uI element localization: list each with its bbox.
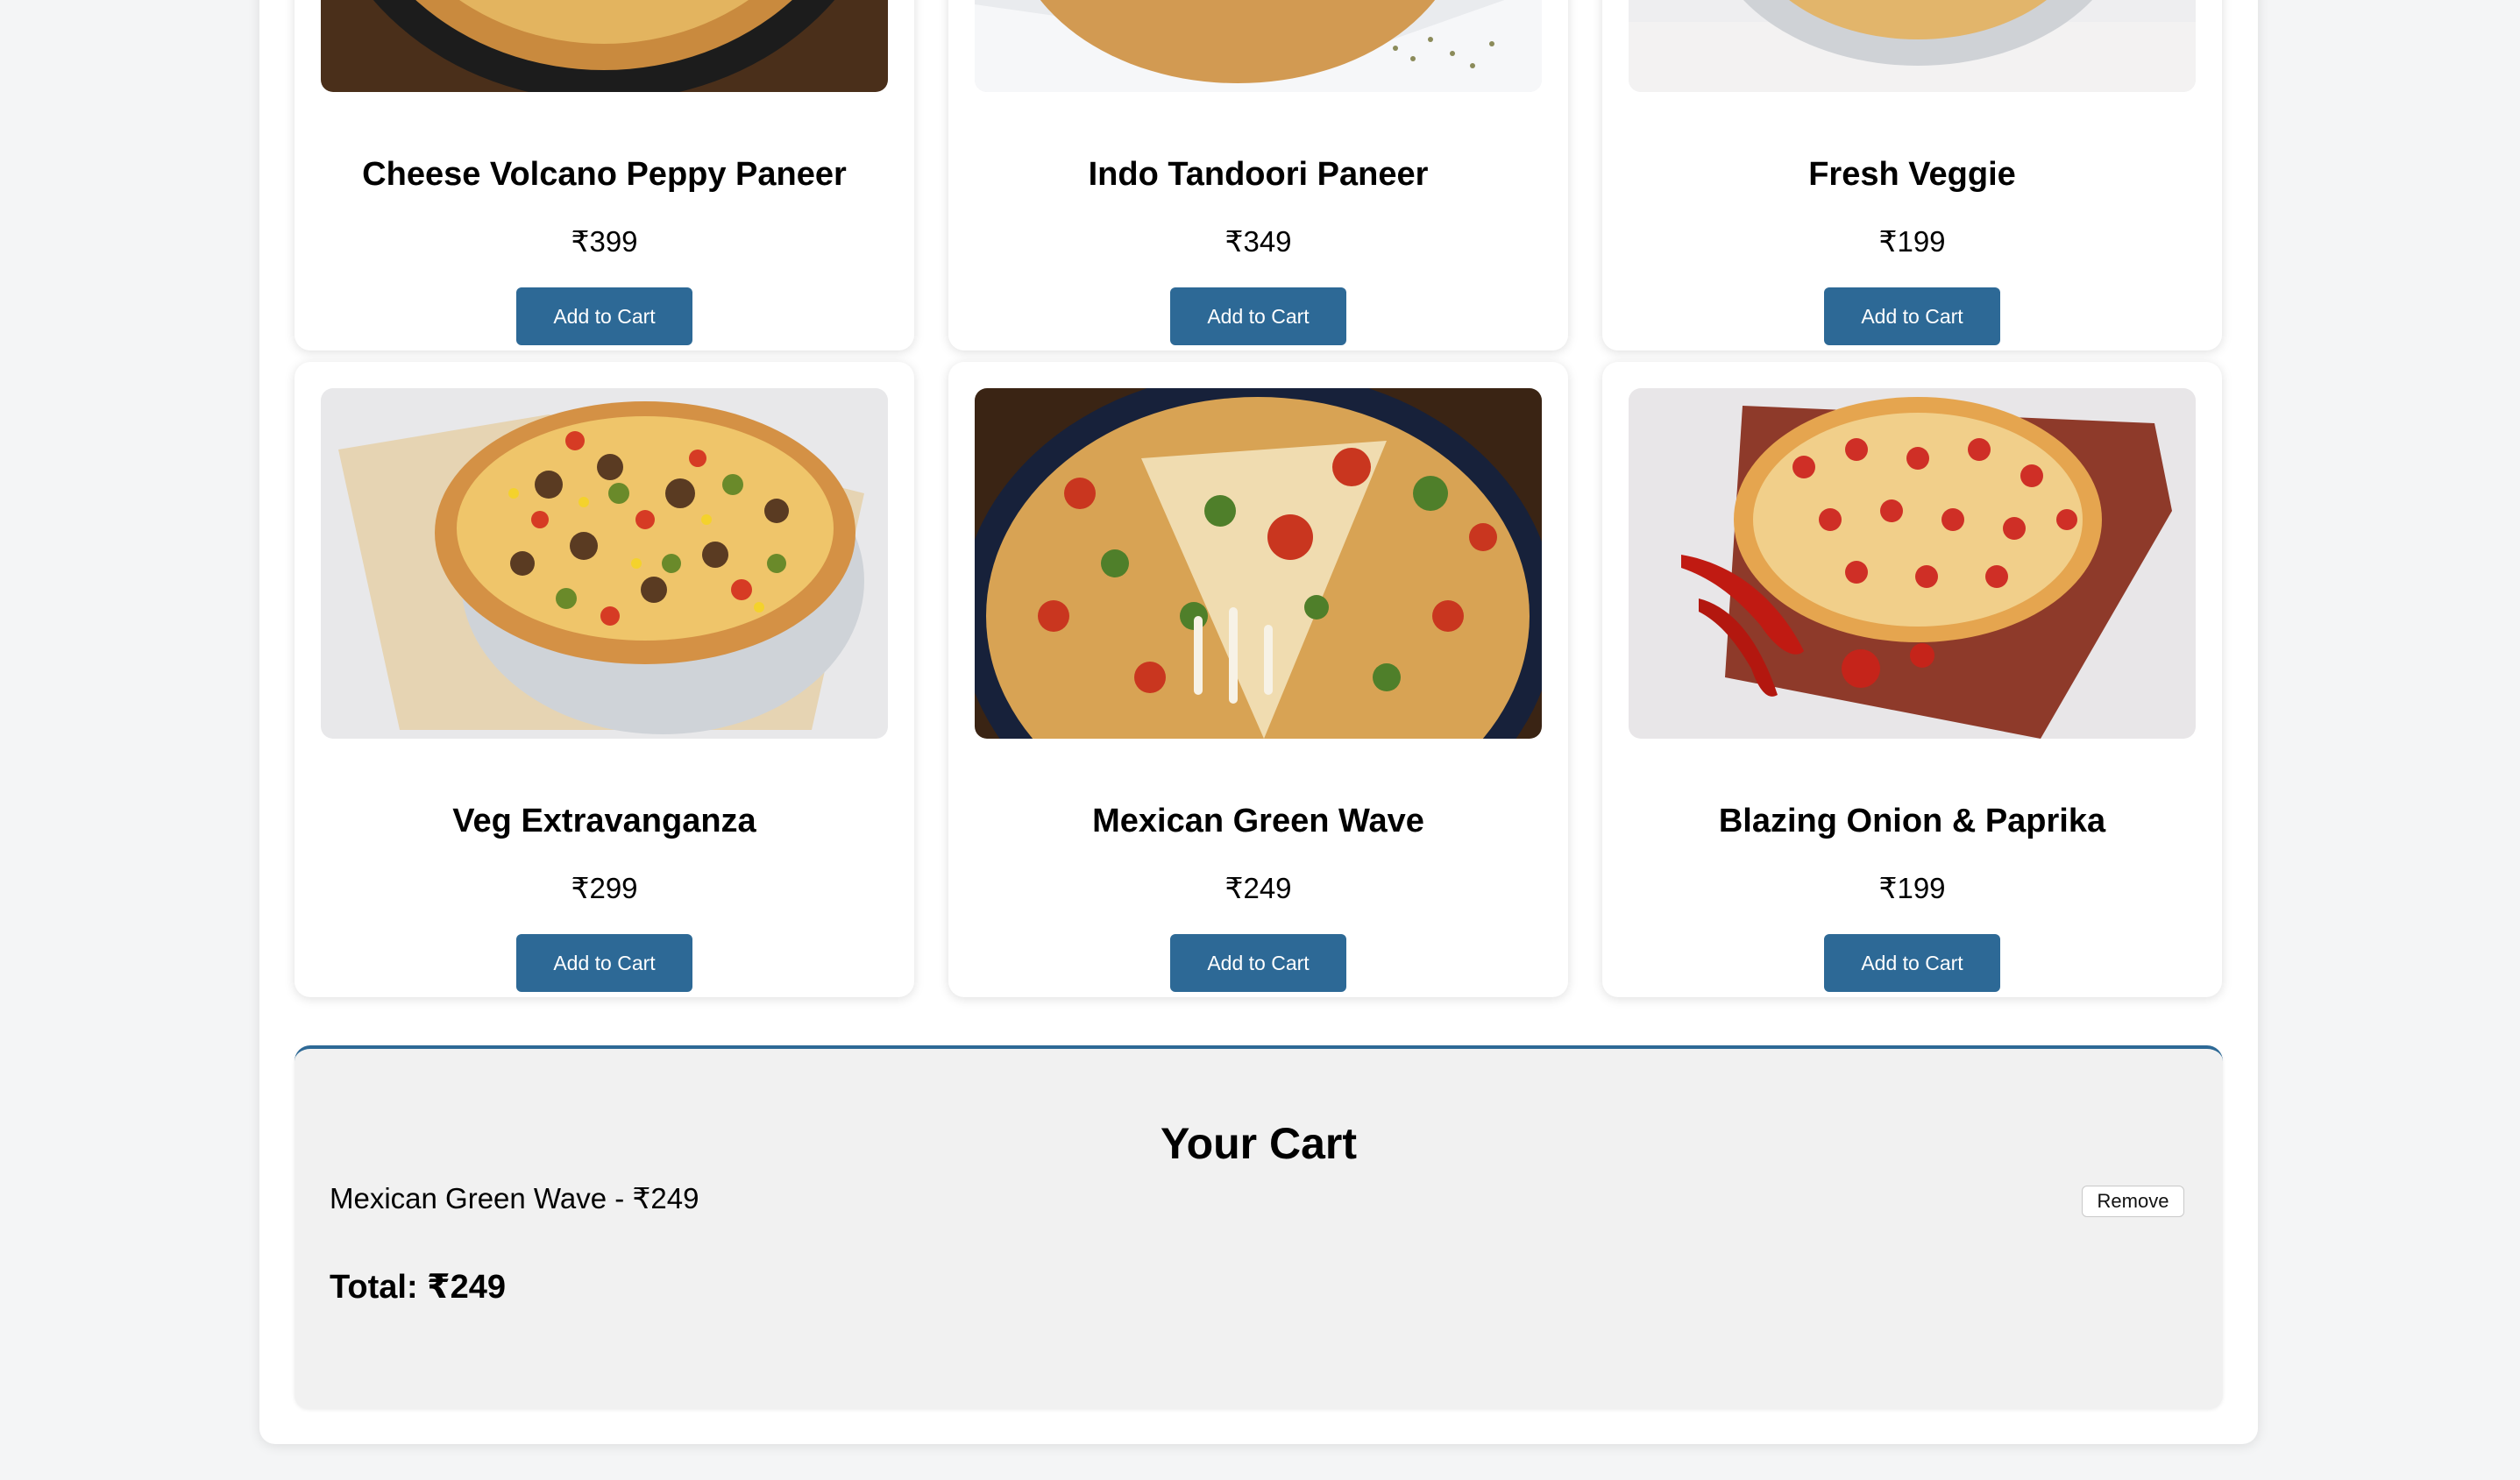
add-to-cart-button[interactable]: Add to Cart [1170,287,1346,345]
pizza-image [975,0,1542,92]
product-name: Veg Extravanganza [452,803,756,839]
pizza-image [1629,0,2196,92]
add-to-cart-button[interactable]: Add to Cart [516,934,692,992]
pizza-image [975,388,1542,739]
menu-container: Cheese Volcano Peppy Paneer ₹399 Add to … [259,0,2258,1444]
product-card: Fresh Veggie ₹199 Add to Cart [1602,0,2222,351]
add-to-cart-button[interactable]: Add to Cart [516,287,692,345]
add-to-cart-button[interactable]: Add to Cart [1170,934,1346,992]
product-price: ₹399 [571,225,638,258]
product-card: Indo Tandoori Paneer ₹349 Add to Cart [948,0,1568,351]
product-price: ₹299 [571,872,638,904]
product-price: ₹199 [1878,225,1946,258]
pizza-image [321,388,888,739]
product-name: Indo Tandoori Paneer [1088,156,1429,193]
product-name: Fresh Veggie [1808,156,2016,193]
add-to-cart-button[interactable]: Add to Cart [1824,287,2000,345]
product-price: ₹349 [1225,225,1292,258]
product-card: Cheese Volcano Peppy Paneer ₹399 Add to … [295,0,914,351]
product-card: Blazing Onion & Paprika ₹199 Add to Cart [1602,362,2222,997]
cart-title: Your Cart [1160,1119,1358,1168]
remove-button[interactable]: Remove [2082,1186,2184,1217]
product-name: Cheese Volcano Peppy Paneer [362,156,847,193]
product-card: Mexican Green Wave ₹249 Add to Cart [948,362,1568,997]
pizza-image [1629,388,2196,739]
pizza-image [321,0,888,92]
product-price: ₹199 [1878,872,1946,904]
add-to-cart-button[interactable]: Add to Cart [1824,934,2000,992]
product-name: Blazing Onion & Paprika [1718,803,2106,839]
product-name: Mexican Green Wave [1092,803,1424,839]
cart-panel: Your Cart Mexican Green Wave - ₹249 Remo… [295,1045,2223,1409]
product-card: Veg Extravanganza ₹299 Add to Cart [295,362,914,997]
product-price: ₹249 [1225,872,1292,904]
cart-item: Mexican Green Wave - ₹249 [330,1182,699,1214]
cart-total: Total: ₹249 [330,1269,507,1306]
